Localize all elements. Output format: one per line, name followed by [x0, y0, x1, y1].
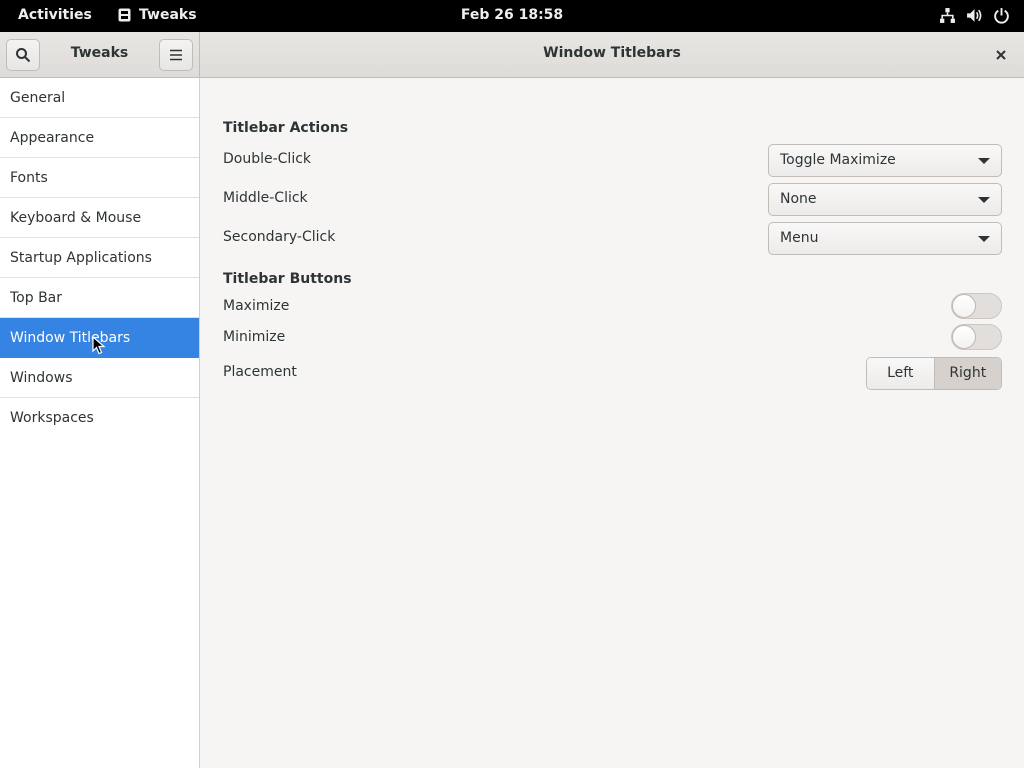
settings-panel: Titlebar Actions Double-Click Toggle Max…: [201, 78, 1024, 768]
app-title: Tweaks: [70, 45, 129, 61]
sidebar-item-keyboard-mouse[interactable]: Keyboard & Mouse: [0, 198, 199, 238]
power-icon[interactable]: [993, 7, 1010, 24]
sidebar-item-top-bar[interactable]: Top Bar: [0, 278, 199, 318]
section-title-titlebar-actions: Titlebar Actions: [223, 120, 349, 136]
sidebar: General Appearance Fonts Keyboard & Mous…: [0, 78, 200, 768]
sidebar-item-window-titlebars[interactable]: Window Titlebars: [0, 318, 199, 358]
clock[interactable]: Feb 26 18:58: [461, 7, 563, 23]
tweaks-app-icon: [118, 8, 131, 22]
minimize-switch[interactable]: [951, 324, 1002, 350]
secondary-click-value: Menu: [780, 230, 819, 246]
network-icon[interactable]: [939, 7, 956, 24]
close-icon: [996, 50, 1006, 60]
middle-click-dropdown[interactable]: None: [768, 183, 1002, 216]
maximize-label: Maximize: [223, 298, 290, 314]
sidebar-item-windows[interactable]: Windows: [0, 358, 199, 398]
menu-button[interactable]: [159, 39, 193, 71]
hamburger-menu-icon: [170, 49, 182, 61]
middle-click-label: Middle-Click: [223, 190, 308, 206]
search-button[interactable]: [6, 39, 40, 71]
section-title-titlebar-buttons: Titlebar Buttons: [223, 271, 352, 287]
sidebar-header: Tweaks: [0, 32, 200, 78]
dropdown-arrow-icon: [978, 236, 990, 242]
placement-left-button[interactable]: Left: [867, 358, 935, 389]
double-click-dropdown[interactable]: Toggle Maximize: [768, 144, 1002, 177]
app-menu-button[interactable]: Tweaks: [118, 7, 197, 23]
secondary-click-label: Secondary-Click: [223, 229, 336, 245]
placement-label: Placement: [223, 364, 297, 380]
dropdown-arrow-icon: [978, 197, 990, 203]
app-menu-label: Tweaks: [139, 7, 197, 23]
volume-icon[interactable]: [966, 7, 983, 24]
sidebar-item-fonts[interactable]: Fonts: [0, 158, 199, 198]
dropdown-arrow-icon: [978, 158, 990, 164]
placement-toggle: Left Right: [866, 357, 1002, 390]
switch-knob: [952, 294, 976, 318]
sidebar-item-general[interactable]: General: [0, 78, 199, 118]
double-click-label: Double-Click: [223, 151, 312, 167]
secondary-click-dropdown[interactable]: Menu: [768, 222, 1002, 255]
middle-click-value: None: [780, 191, 817, 207]
search-icon: [16, 48, 31, 63]
sidebar-item-appearance[interactable]: Appearance: [0, 118, 199, 158]
maximize-switch[interactable]: [951, 293, 1002, 319]
switch-knob: [952, 325, 976, 349]
system-top-bar: Activities Tweaks Feb 26 18:58: [0, 0, 1024, 32]
tweaks-window: Tweaks Window Titlebars General Appearan…: [0, 32, 1024, 768]
system-tray[interactable]: [939, 7, 1010, 24]
double-click-value: Toggle Maximize: [780, 152, 896, 168]
sidebar-item-workspaces[interactable]: Workspaces: [0, 398, 199, 438]
minimize-label: Minimize: [223, 329, 286, 345]
activities-button[interactable]: Activities: [18, 7, 92, 23]
sidebar-item-startup-applications[interactable]: Startup Applications: [0, 238, 199, 278]
header-bar: Tweaks Window Titlebars: [0, 32, 1024, 78]
window-title: Window Titlebars: [543, 45, 681, 61]
placement-right-button[interactable]: Right: [934, 358, 1001, 389]
close-button[interactable]: [990, 44, 1012, 66]
